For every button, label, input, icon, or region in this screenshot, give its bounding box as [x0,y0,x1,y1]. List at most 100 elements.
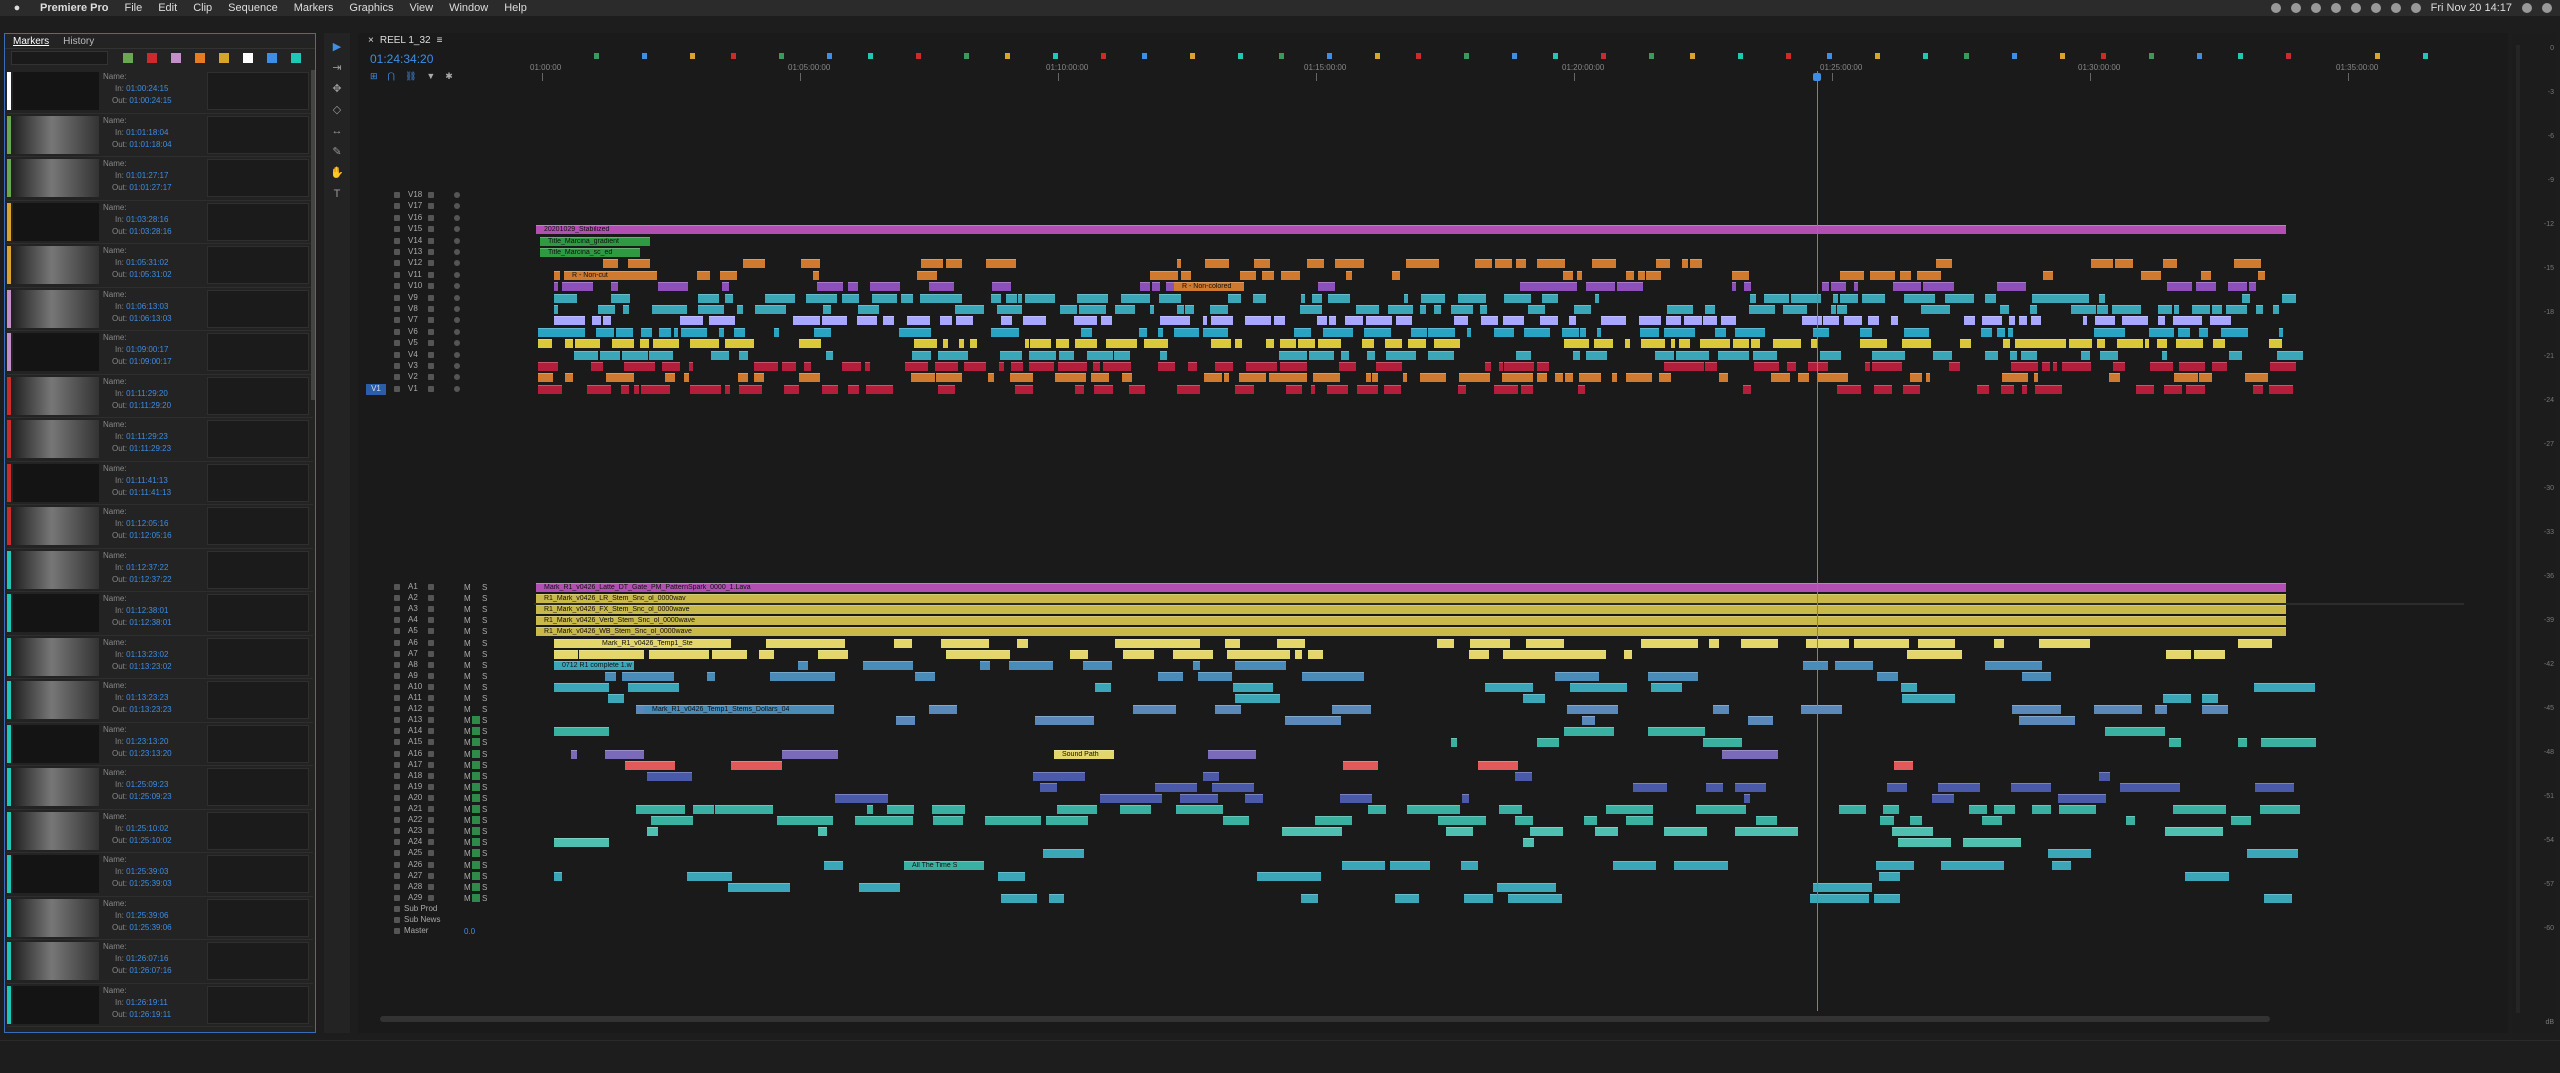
timeline-clip[interactable] [959,339,964,349]
timeline-clip[interactable] [1280,339,1296,349]
track-name[interactable]: V12 [408,258,422,267]
timeline-clip[interactable] [1075,339,1097,349]
timeline-clip[interactable] [1339,362,1356,371]
track-name[interactable]: Master [404,926,428,935]
timeline-clip[interactable] [1366,316,1392,326]
mute-button[interactable]: M [464,838,471,847]
timeline-clip[interactable] [1095,682,1111,692]
timeline-clip[interactable] [1844,316,1862,326]
timeline-clip[interactable] [1396,316,1412,326]
timeline-clip[interactable] [1985,350,1998,360]
marker-out-timecode[interactable]: 01:01:27:17 [129,183,171,192]
timeline-clip[interactable] [1544,259,1565,269]
timeline-clip[interactable] [806,638,845,648]
timeline-clip[interactable] [759,649,774,659]
timeline-clip[interactable] [536,616,2286,626]
solo-button[interactable]: S [482,849,487,858]
marker-comment-field[interactable] [207,681,309,719]
app-menu[interactable]: Premiere Pro [32,2,116,14]
marker-in-timecode[interactable]: 01:01:18:04 [126,128,168,137]
timeline-clip[interactable] [684,373,689,383]
timeline-clip[interactable] [1198,671,1232,681]
timeline-clip[interactable] [1133,705,1176,715]
sync-lock-icon[interactable] [428,283,434,290]
marker-in-timecode[interactable]: 01:00:24:15 [126,84,168,93]
timeline-clip[interactable] [1481,316,1498,326]
lock-icon[interactable] [394,249,400,255]
timeline-clip[interactable] [2031,316,2041,326]
timeline-clip[interactable] [1311,384,1315,394]
track-name[interactable]: A8 [408,660,418,669]
timeline-clip[interactable] [2163,259,2177,269]
timeline-clip[interactable] [611,282,618,292]
marker-comment-field[interactable] [207,507,309,545]
timeline-clip[interactable] [1904,327,1929,337]
timeline-clip[interactable] [1516,259,1526,269]
timeline-clip[interactable] [681,327,707,337]
timeline-clip[interactable] [1434,305,1441,314]
marker-in-timecode[interactable]: 01:06:13:03 [126,302,168,311]
mute-button[interactable]: M [464,672,471,681]
timeline-clip[interactable] [2136,384,2154,394]
timeline-clip[interactable] [1820,350,1841,360]
sync-lock-icon[interactable] [428,237,434,244]
timeline-clip[interactable] [1286,384,1302,394]
timeline-clip[interactable] [1499,805,1522,814]
mute-button[interactable]: M [464,661,471,670]
timeline-clip[interactable] [883,316,894,326]
timeline-clip[interactable] [2202,705,2228,715]
timeline-clip[interactable] [652,305,664,314]
timeline-clip[interactable] [1211,339,1231,349]
timeline-clip[interactable] [2228,282,2247,292]
timeline-clip[interactable] [1174,327,1199,337]
timeline-clip[interactable] [1158,671,1183,681]
timeline-clip[interactable] [628,259,650,269]
timeline-clip[interactable] [1537,362,1549,371]
timeline-clip[interactable] [1307,259,1324,269]
timeline-clip[interactable] [2000,305,2009,314]
track-name[interactable]: V5 [408,338,418,347]
timeline-clip[interactable] [905,362,928,371]
timeline-clip[interactable] [1641,638,1698,648]
timeline-clip[interactable] [1539,694,1545,703]
timeline-clip[interactable] [920,293,937,303]
timeline-clip[interactable] [1936,259,1952,269]
mute-button[interactable]: M [464,794,471,803]
solo-button[interactable]: S [482,705,487,714]
color-filter-swatch[interactable] [243,53,253,63]
timeline-clip[interactable] [625,760,675,770]
timeline-clip[interactable] [1872,350,1881,360]
marker-item[interactable]: Name: In: 01:13:23:23 Out: 01:13:23:23 [7,679,313,723]
timeline-clip[interactable] [1964,316,1975,326]
timeline-clip[interactable] [1515,816,1533,826]
timeline-clip[interactable] [824,860,843,870]
eye-icon[interactable] [454,317,460,324]
timeline-clip[interactable] [941,638,989,648]
timeline-clip[interactable] [1011,362,1023,371]
timeline-clip[interactable] [2178,327,2190,337]
sync-lock-icon[interactable] [428,872,434,879]
color-filter-swatch[interactable] [171,53,181,63]
marker-out-timecode[interactable]: 01:01:18:04 [129,140,171,149]
timeline-clip[interactable] [1100,793,1162,803]
timeline-clip[interactable] [1150,305,1154,314]
timeline-clip[interactable] [1883,805,1899,814]
timeline-clip[interactable] [2149,327,2174,337]
timeline-clip[interactable] [1129,384,1145,394]
timeline-clip[interactable] [766,638,806,648]
timeline-clip[interactable] [2099,771,2110,781]
mute-button[interactable]: M [464,816,471,825]
timeline-clip[interactable] [1411,327,1427,337]
timeline-clip[interactable] [649,350,673,360]
timeline-clip[interactable] [874,384,893,394]
track-name[interactable]: V3 [408,361,418,370]
timeline-clip[interactable] [992,282,1011,292]
timeline-clip[interactable] [933,816,963,826]
color-filter-swatch[interactable] [147,53,157,63]
marker-in-timecode[interactable]: 01:11:29:20 [126,389,168,398]
timeline-clip[interactable] [605,671,616,681]
timeline-clip[interactable] [659,327,671,337]
timeline-clip[interactable] [2254,682,2315,692]
timeline-clip[interactable] [719,327,724,337]
timeline-clip[interactable] [2163,694,2191,703]
